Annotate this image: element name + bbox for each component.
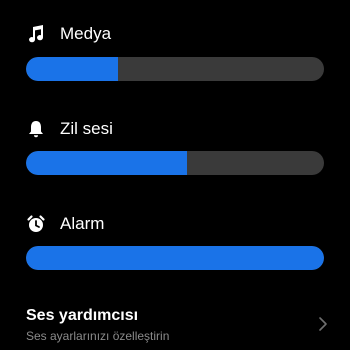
alarm-volume-header: Alarm: [26, 212, 104, 236]
alarm-volume-fill: [26, 246, 324, 270]
media-volume-fill: [26, 57, 119, 81]
chevron-right-icon: [318, 316, 328, 332]
media-volume-header: Medya: [26, 22, 111, 46]
alarm-clock-icon: [26, 214, 46, 234]
sound-assistant-subtitle: Ses ayarlarınızı özelleştirin: [26, 329, 170, 343]
ringtone-volume-fill: [26, 151, 187, 175]
media-volume-label: Medya: [60, 24, 112, 43]
bell-icon: [26, 119, 46, 139]
ringtone-volume-slider[interactable]: [26, 151, 324, 175]
sound-assistant-title: Ses yardımcısı: [26, 307, 139, 324]
sound-assistant-item[interactable]: Ses yardımcısı Ses ayarlarınızı özelleşt…: [0, 300, 350, 350]
ringtone-volume-header: Zil sesi: [26, 117, 113, 141]
ringtone-volume-label: Zil sesi: [60, 119, 113, 138]
media-volume-slider[interactable]: [26, 57, 324, 81]
music-note-icon: [26, 24, 46, 44]
alarm-volume-label: Alarm: [60, 214, 105, 233]
alarm-volume-slider[interactable]: [26, 246, 324, 270]
